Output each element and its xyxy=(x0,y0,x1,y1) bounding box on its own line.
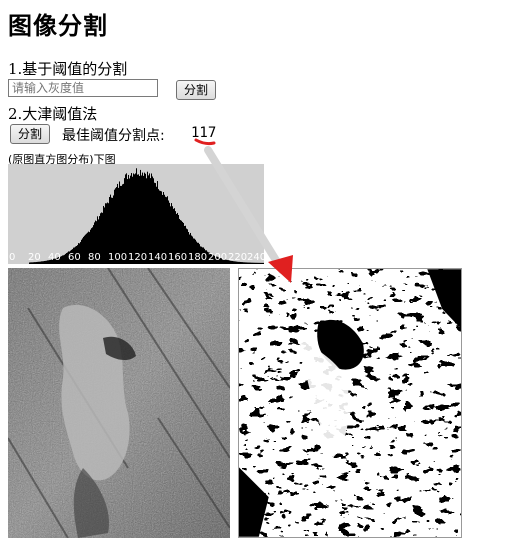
histogram-bar xyxy=(142,172,143,264)
histogram-bar xyxy=(135,173,136,264)
histogram-bar xyxy=(41,261,42,264)
histogram-bar xyxy=(145,173,146,264)
histogram-bar xyxy=(81,239,82,264)
histogram-bar xyxy=(65,253,66,264)
histogram-tick-label: 120 xyxy=(128,252,148,263)
histogram-bar xyxy=(262,262,263,264)
histogram-bar xyxy=(61,256,62,264)
histogram-bar xyxy=(140,169,141,264)
histogram-bar xyxy=(148,175,149,264)
otsu-segment-button[interactable]: 分割 xyxy=(10,124,50,144)
histogram-bar xyxy=(63,255,64,264)
histogram-bar xyxy=(151,173,152,264)
histogram-bar xyxy=(66,253,67,264)
histogram-bar xyxy=(43,261,44,264)
threshold-segment-button[interactable]: 分割 xyxy=(176,80,216,100)
histogram-bar xyxy=(144,172,145,264)
histogram-bar xyxy=(85,234,86,264)
histogram-bar xyxy=(141,175,142,264)
histogram-bar xyxy=(103,205,104,264)
histogram-tick-label: 80 xyxy=(88,252,101,263)
original-grayscale-image xyxy=(8,268,230,538)
binarized-image xyxy=(238,268,462,538)
histogram-bar xyxy=(258,262,259,264)
histogram-bar xyxy=(64,254,65,264)
histogram-bars xyxy=(29,168,264,264)
histogram-bar xyxy=(143,175,144,264)
histogram-bar xyxy=(139,176,140,264)
histogram-bar xyxy=(138,174,139,264)
histogram-bar xyxy=(259,262,260,264)
histogram-bar xyxy=(125,174,126,264)
histogram-tick-label: 200 xyxy=(208,252,228,263)
histogram-tick-label: 0 xyxy=(9,252,16,263)
histogram-bar xyxy=(106,203,107,264)
histogram-tick-label: 40 xyxy=(48,252,61,263)
histogram-tick-label: 160 xyxy=(168,252,188,263)
histogram-bar xyxy=(134,174,135,264)
histogram-tick-label: 180 xyxy=(188,252,208,263)
gray-value-input[interactable] xyxy=(8,79,158,97)
histogram-tick-label: 20 xyxy=(28,252,41,263)
histogram-bar xyxy=(130,175,131,264)
histogram-bar xyxy=(149,173,150,264)
histogram-bar xyxy=(152,176,153,264)
page-title: 图像分割 xyxy=(8,11,108,40)
histogram-tick-label: 140 xyxy=(148,252,168,263)
histogram-bar xyxy=(83,236,84,264)
best-threshold-value: 117 xyxy=(191,125,217,141)
histogram-bar xyxy=(147,171,148,264)
histogram-bar xyxy=(82,238,83,264)
histogram-bar xyxy=(133,173,134,264)
histogram-bar xyxy=(102,212,103,264)
histogram-tick-label: 220 xyxy=(228,252,248,263)
histogram-bar xyxy=(101,212,102,264)
histogram-bar xyxy=(104,207,105,264)
histogram-bar xyxy=(260,262,261,264)
histogram-bar xyxy=(42,261,43,264)
histogram-bar xyxy=(105,203,106,264)
histogram-bar xyxy=(261,262,262,264)
histogram-bar xyxy=(131,173,132,264)
histogram-bar xyxy=(137,174,138,264)
histogram-bar xyxy=(126,173,127,264)
histogram-chart: 0 20 40 60 80 100 120 140 160 180 200 22… xyxy=(8,164,264,264)
histogram-bar xyxy=(62,255,63,264)
histogram-bar xyxy=(136,168,137,264)
histogram-bar xyxy=(44,260,45,264)
best-threshold-label: 最佳阈值分割点: xyxy=(62,128,165,144)
histogram-bar xyxy=(132,176,133,264)
histogram-bar xyxy=(46,260,47,264)
histogram-tick-label: 240 xyxy=(247,252,264,263)
histogram-tick-label: 100 xyxy=(108,252,128,263)
histogram-bar xyxy=(128,174,129,264)
histogram-bar xyxy=(263,262,264,264)
section-otsu-heading: 2.大津阈值法 xyxy=(8,105,98,123)
histogram-bar xyxy=(86,233,87,264)
histogram-bar xyxy=(45,260,46,264)
section-threshold-heading: 1.基于阈值的分割 xyxy=(8,60,128,78)
histogram-bar xyxy=(84,235,85,264)
histogram-tick-label: 60 xyxy=(68,252,81,263)
